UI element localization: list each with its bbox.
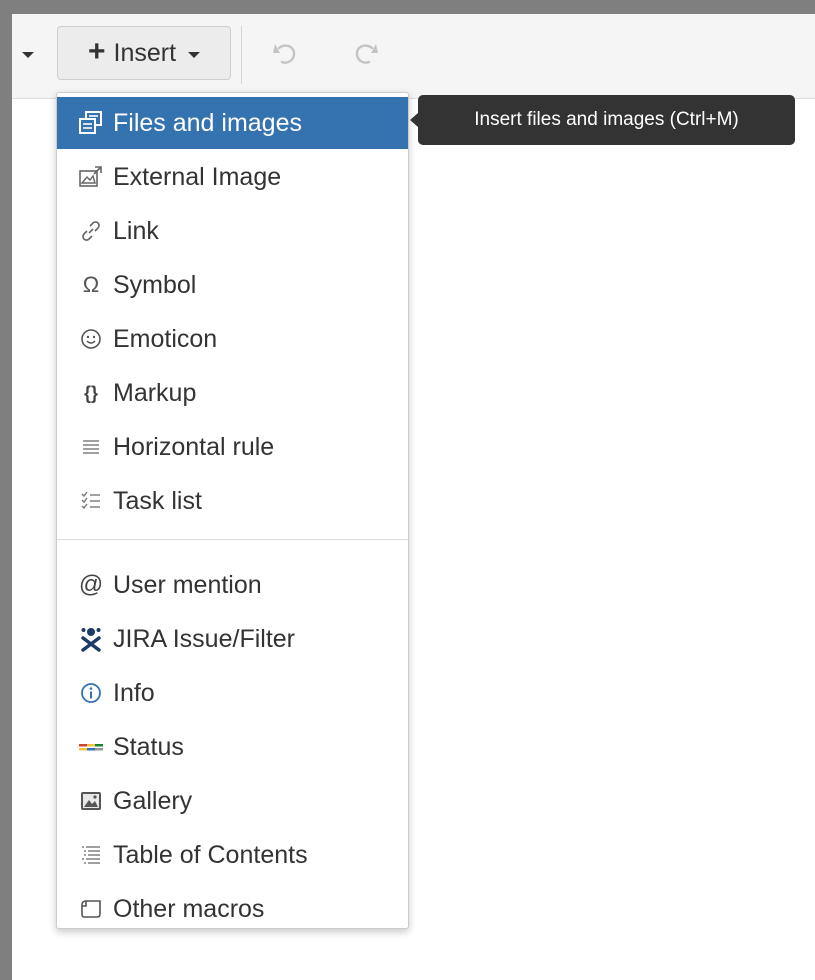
menu-item-info[interactable]: Info <box>57 667 408 719</box>
link-icon <box>77 217 105 245</box>
menu-item-markup[interactable]: {} Markup <box>57 367 408 419</box>
menu-item-other-macros[interactable]: Other macros <box>57 883 408 935</box>
editor-area: + Insert Files and images External Image… <box>12 14 815 980</box>
menu-item-label: Markup <box>113 378 197 407</box>
files-images-icon <box>77 109 105 137</box>
insert-button[interactable]: + Insert <box>57 26 231 80</box>
menu-item-label: Emoticon <box>113 324 218 353</box>
redo-button[interactable] <box>346 34 386 74</box>
menu-item-horizontal-rule[interactable]: Horizontal rule <box>57 421 408 473</box>
tooltip-arrow <box>410 113 418 127</box>
menu-item-emoticon[interactable]: Emoticon <box>57 313 408 365</box>
undo-icon <box>273 44 296 64</box>
smiley-icon <box>77 325 105 353</box>
menu-item-user-mention[interactable]: @ User mention <box>57 559 408 611</box>
chevron-down-icon <box>188 52 201 58</box>
external-image-icon <box>77 163 105 191</box>
menu-item-label: JIRA Issue/Filter <box>113 624 295 653</box>
menu-item-task-list[interactable]: Task list <box>57 475 408 527</box>
menu-item-jira-issue-filter[interactable]: JIRA Issue/Filter <box>57 613 408 665</box>
jira-icon <box>77 625 105 653</box>
menu-item-table-of-contents[interactable]: Table of Contents <box>57 829 408 881</box>
menu-item-label: Other macros <box>113 894 265 923</box>
menu-item-label: Info <box>113 678 155 707</box>
menu-item-label: Horizontal rule <box>113 432 275 461</box>
macro-icon <box>77 895 105 923</box>
tooltip-text: Insert files and images (Ctrl+M) <box>474 109 739 130</box>
menu-item-label: Gallery <box>113 786 193 815</box>
braces-icon: {} <box>83 382 98 403</box>
info-icon <box>77 679 105 707</box>
menu-item-label: Status <box>113 732 184 761</box>
editor-toolbar: + Insert <box>12 14 815 99</box>
task-list-icon <box>77 487 105 515</box>
menu-item-status[interactable]: Status <box>57 721 408 773</box>
menu-item-label: Symbol <box>113 270 197 299</box>
menu-item-label: Link <box>113 216 159 245</box>
status-icon <box>77 733 105 761</box>
menu-item-files-and-images[interactable]: Files and images <box>57 97 408 149</box>
redo-icon <box>355 44 378 64</box>
menu-item-label: Task list <box>113 486 202 515</box>
horizontal-rule-icon <box>77 433 105 461</box>
menu-item-label: Files and images <box>113 108 302 137</box>
tooltip: Insert files and images (Ctrl+M) <box>418 95 795 145</box>
menu-item-symbol[interactable]: Ω Symbol <box>57 259 408 311</box>
menu-item-label: External Image <box>113 162 282 191</box>
undo-button[interactable] <box>265 34 305 74</box>
toolbar-separator <box>241 26 242 84</box>
menu-item-gallery[interactable]: Gallery <box>57 775 408 827</box>
insert-dropdown-menu: Files and images External Image Link Ω S… <box>56 92 409 929</box>
window-frame: + Insert Files and images External Image… <box>0 0 815 980</box>
toc-icon <box>77 841 105 869</box>
menu-divider <box>57 539 408 540</box>
insert-button-label: Insert <box>113 38 177 67</box>
gallery-icon <box>77 787 105 815</box>
previous-dropdown-caret-icon[interactable] <box>22 52 34 58</box>
menu-item-label: User mention <box>113 570 262 599</box>
menu-item-link[interactable]: Link <box>57 205 408 257</box>
menu-item-external-image[interactable]: External Image <box>57 151 408 203</box>
omega-icon: Ω <box>82 272 100 297</box>
menu-item-label: Table of Contents <box>113 840 308 869</box>
at-icon: @ <box>78 571 104 598</box>
plus-icon: + <box>87 34 106 68</box>
